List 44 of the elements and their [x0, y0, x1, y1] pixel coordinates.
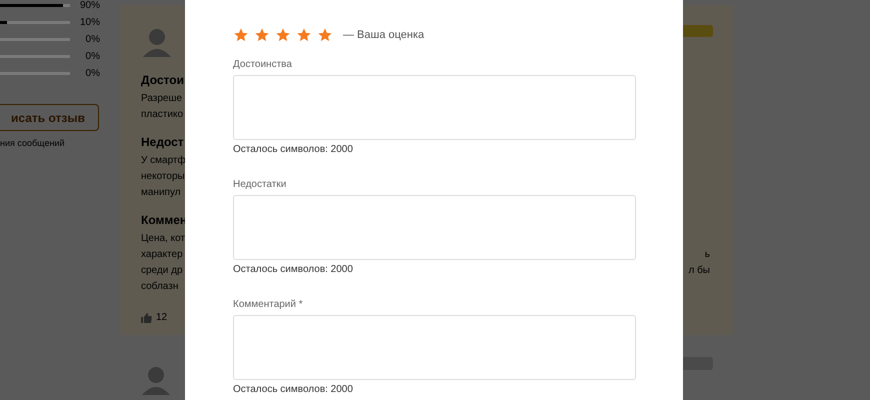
field-label: Комментарий * [233, 298, 304, 310]
avatar-icon [140, 365, 172, 395]
rules-link[interactable]: ния сообщений [0, 137, 100, 150]
rating-percent: 0% [86, 50, 100, 64]
rating-percent: 0% [86, 32, 100, 46]
star-icon[interactable] [296, 27, 312, 44]
rating-bar-track [0, 72, 70, 74]
rating-percent: 0% [86, 66, 100, 80]
review-text: некоторы [141, 170, 185, 184]
rating-bar-track [0, 54, 70, 58]
avatar-icon [141, 27, 173, 57]
thumbs-up-icon[interactable] [141, 312, 152, 322]
badge [680, 25, 713, 37]
review-text: пластико [141, 108, 184, 122]
field-label: Недостатки [233, 178, 288, 190]
write-review-button[interactable]: исать отзыв [0, 104, 99, 131]
character-counter: Осталось символов: 2000 [233, 144, 354, 156]
character-counter: Осталось символов: 2000 [233, 264, 354, 276]
rating-caption: — Ваша оценка [343, 28, 424, 43]
text-field[interactable] [233, 314, 636, 380]
review-heading: Недост [141, 134, 184, 151]
review-text: л бы [688, 264, 710, 278]
review-text: Разреше [141, 92, 182, 106]
review-text: среди др [141, 264, 182, 278]
review-text: характер [141, 248, 183, 262]
text-field[interactable] [233, 74, 636, 140]
rating-bar-track [0, 38, 70, 40]
text-field[interactable] [233, 194, 636, 260]
star-icon[interactable] [275, 27, 291, 44]
review-text: ь [704, 248, 710, 262]
star-icon[interactable] [317, 27, 333, 44]
star-icon[interactable] [254, 27, 270, 44]
badge [680, 357, 713, 370]
like-count: 12 [156, 311, 168, 325]
field-label: Достоинства [233, 58, 293, 70]
character-counter: Осталось символов: 2000 [233, 384, 354, 396]
review-text: У смартф [141, 154, 186, 168]
review-text: Цена, кот [141, 232, 186, 246]
review-heading: Достои [141, 72, 184, 89]
review-text: соблазн [141, 280, 178, 294]
rating-percent: 10% [80, 16, 100, 30]
rating-percent: 90% [80, 0, 100, 12]
review-text: манипул [141, 186, 181, 200]
star-icon[interactable] [233, 27, 249, 44]
